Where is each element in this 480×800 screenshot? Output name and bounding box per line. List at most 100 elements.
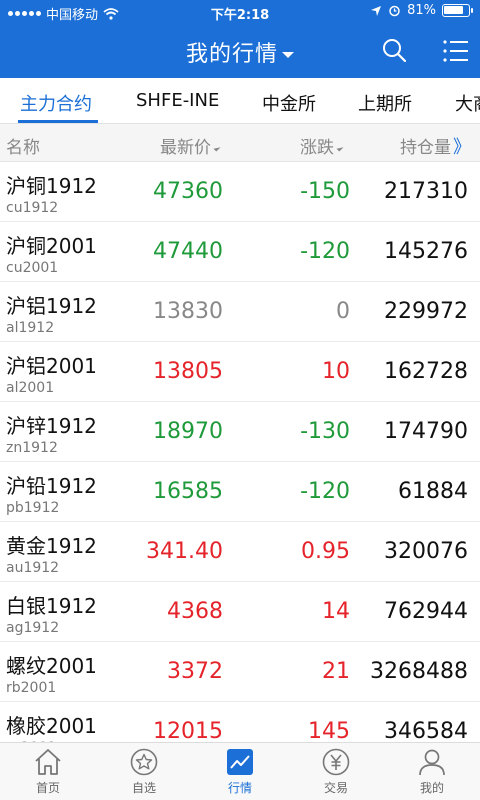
page-title: 我的行情	[185, 42, 278, 67]
table-row[interactable]: 沪铜1912 cu1912 47360 -150 217310	[0, 162, 480, 222]
bottom-tab-label: 自选	[131, 781, 156, 795]
price-change: -120	[300, 479, 350, 504]
open-interest: 145276	[384, 239, 468, 264]
last-price: 47440	[153, 239, 223, 264]
last-price: 4368	[167, 599, 223, 624]
contract-name: 沪铅1912	[6, 474, 97, 498]
sort-icon	[336, 144, 344, 152]
bottom-tab-label: 首页	[35, 781, 60, 795]
contract-code: cu1912	[6, 200, 59, 216]
open-interest: 320076	[384, 539, 468, 564]
last-price: 3372	[167, 659, 223, 684]
open-interest: 3268488	[370, 659, 468, 684]
col-price-label: 最新价	[160, 138, 211, 158]
yen-icon	[322, 748, 350, 776]
caret-down-icon	[282, 52, 294, 58]
bottom-tab-label: 我的	[419, 781, 444, 795]
col-price-sort[interactable]: 最新价	[160, 133, 221, 158]
price-change: -150	[300, 179, 350, 204]
price-change: 0.95	[301, 539, 350, 564]
contract-name: 白银1912	[6, 594, 97, 618]
star-icon	[130, 748, 158, 776]
col-name: 名称	[6, 138, 40, 158]
bottom-tab-profile[interactable]: 我的	[392, 747, 472, 796]
status-bar: 中国移动 下午2:18 81%	[0, 0, 480, 24]
open-interest: 346584	[384, 719, 468, 742]
price-change: 0	[336, 299, 350, 324]
user-icon	[419, 749, 445, 776]
price-change: 10	[322, 359, 350, 384]
nav-bar: 我的行情	[0, 26, 480, 76]
battery-icon	[442, 4, 473, 17]
col-change-label: 涨跌	[300, 138, 334, 158]
table-row[interactable]: 橡胶2001 ru2001 12015 145 346584	[0, 702, 480, 742]
contract-code: cu2001	[6, 260, 59, 276]
bottom-tab-watchlist[interactable]: 自选	[104, 747, 184, 796]
battery-percent: 81%	[407, 3, 436, 18]
last-price: 13805	[153, 359, 223, 384]
bottom-tab-market[interactable]: 行情	[200, 747, 280, 796]
bottom-tab-home[interactable]: 首页	[8, 747, 88, 796]
quote-list: 沪铜1912 cu1912 47360 -150 217310 沪铜2001 c…	[0, 162, 480, 742]
table-row[interactable]: 沪铜2001 cu2001 47440 -120 145276	[0, 222, 480, 282]
price-change: 145	[308, 719, 350, 742]
contract-code: pb1912	[6, 500, 60, 516]
status-right: 81%	[370, 3, 473, 18]
last-price: 13830	[153, 299, 223, 324]
table-row[interactable]: 黄金1912 au1912 341.40 0.95 320076	[0, 522, 480, 582]
contract-code: al2001	[6, 380, 55, 396]
bottom-tab-bar: 首页 自选 行情 交易 我的	[0, 742, 480, 800]
menu-list-icon[interactable]	[442, 38, 470, 64]
last-price: 18970	[153, 419, 223, 444]
table-row[interactable]: 沪铅1912 pb1912 16585 -120 61884	[0, 462, 480, 522]
contract-name: 螺纹2001	[6, 654, 97, 678]
contract-name: 沪铜1912	[6, 174, 97, 198]
more-columns-icon[interactable]: 》	[453, 137, 471, 158]
tab-shfe-ine[interactable]: SHFE-INE	[136, 90, 219, 111]
tab-shfe[interactable]: 上期所	[358, 90, 412, 116]
active-tab-indicator	[18, 120, 98, 123]
table-row[interactable]: 沪铝1912 al1912 13830 0 229972	[0, 282, 480, 342]
table-row[interactable]: 沪铝2001 al2001 13805 10 162728	[0, 342, 480, 402]
battery-level	[444, 6, 463, 14]
tab-dce[interactable]: 大商	[455, 90, 480, 116]
table-row[interactable]: 白银1912 ag1912 4368 14 762944	[0, 582, 480, 642]
bottom-tab-label: 交易	[323, 781, 348, 795]
price-change: 21	[322, 659, 350, 684]
column-header: 名称 最新价 涨跌 持仓量》	[0, 124, 480, 162]
tab-main-contracts[interactable]: 主力合约	[20, 90, 92, 116]
contract-name: 沪铜2001	[6, 234, 97, 258]
tab-cffex[interactable]: 中金所	[262, 90, 316, 116]
contract-code: ag1912	[6, 620, 60, 636]
last-price: 16585	[153, 479, 223, 504]
open-interest: 174790	[384, 419, 468, 444]
price-change: 14	[322, 599, 350, 624]
table-row[interactable]: 沪锌1912 zn1912 18970 -130 174790	[0, 402, 480, 462]
col-change-sort[interactable]: 涨跌	[300, 133, 344, 158]
contract-name: 沪铝2001	[6, 354, 97, 378]
price-change: -120	[300, 239, 350, 264]
col-oi-label: 持仓量	[400, 138, 451, 158]
open-interest: 229972	[384, 299, 468, 324]
open-interest: 217310	[384, 179, 468, 204]
open-interest: 61884	[398, 479, 468, 504]
last-price: 12015	[153, 719, 223, 742]
contract-name: 沪锌1912	[6, 414, 97, 438]
sort-icon	[213, 144, 221, 152]
contract-name: 橡胶2001	[6, 714, 97, 738]
table-row[interactable]: 螺纹2001 rb2001 3372 21 3268488	[0, 642, 480, 702]
chart-icon	[227, 749, 253, 775]
contract-code: zn1912	[6, 440, 58, 456]
exchange-tabs: 主力合约 SHFE-INE 中金所 上期所 大商	[0, 78, 480, 124]
price-change: -130	[300, 419, 350, 444]
contract-name: 黄金1912	[6, 534, 97, 558]
alarm-clock-icon	[389, 5, 400, 17]
contract-code: au1912	[6, 560, 60, 576]
contract-code: rb2001	[6, 680, 57, 696]
bottom-tab-trade[interactable]: 交易	[296, 747, 376, 796]
contract-name: 沪铝1912	[6, 294, 97, 318]
contract-code: al1912	[6, 320, 55, 336]
col-oi: 持仓量》	[400, 133, 471, 159]
search-icon[interactable]	[380, 36, 408, 64]
page-title-dropdown[interactable]: 我的行情	[0, 36, 480, 68]
